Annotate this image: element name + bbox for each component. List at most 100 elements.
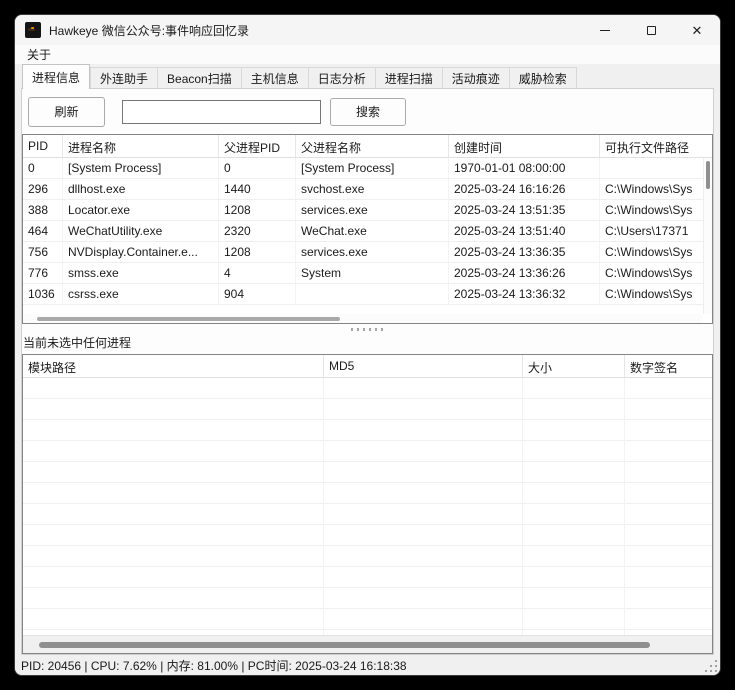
hscroll-thumb[interactable] bbox=[39, 642, 650, 648]
search-button[interactable]: 搜索 bbox=[330, 98, 406, 126]
tabstrip: 进程信息 外连助手 Beacon扫描 主机信息 日志分析 进程扫描 活动痕迹 威… bbox=[21, 64, 714, 89]
process-table-body: 0[System Process]0[System Process]1970-0… bbox=[23, 158, 712, 323]
table-cell: C:\Windows\Sys bbox=[600, 179, 712, 199]
tab-process-info[interactable]: 进程信息 bbox=[22, 64, 90, 89]
table-cell: 1036 bbox=[23, 284, 63, 304]
table-cell: WeChat.exe bbox=[296, 221, 449, 241]
table-cell: 296 bbox=[23, 179, 63, 199]
table-cell: C:\Windows\Sys bbox=[600, 242, 712, 262]
search-input[interactable] bbox=[122, 100, 321, 124]
refresh-button[interactable]: 刷新 bbox=[28, 97, 105, 127]
table-cell: 388 bbox=[23, 200, 63, 220]
table-row[interactable]: 1036csrss.exe9042025-03-24 13:36:32C:\Wi… bbox=[23, 284, 712, 305]
process-table-vscrollbar[interactable] bbox=[703, 158, 712, 314]
tab-host-info[interactable]: 主机信息 bbox=[241, 67, 308, 89]
splitter-dots-icon bbox=[351, 328, 385, 331]
tab-beacon-scan[interactable]: Beacon扫描 bbox=[157, 67, 241, 89]
table-cell: WeChatUtility.exe bbox=[63, 221, 219, 241]
module-table-hscrollbar[interactable] bbox=[23, 635, 712, 653]
table-cell bbox=[600, 158, 712, 178]
maximize-icon bbox=[647, 26, 656, 35]
table-cell: services.exe bbox=[296, 242, 449, 262]
module-table-body bbox=[23, 378, 712, 635]
module-table: 模块路径 MD5 大小 数字签名 bbox=[22, 354, 713, 654]
table-cell: C:\Users\17371 bbox=[600, 221, 712, 241]
column-header-process-name[interactable]: 进程名称 bbox=[63, 135, 219, 157]
column-header-exe-path[interactable]: 可执行文件路径 bbox=[600, 135, 712, 157]
table-cell: 2025-03-24 13:36:32 bbox=[449, 284, 600, 304]
table-cell: 776 bbox=[23, 263, 63, 283]
vscroll-thumb[interactable] bbox=[706, 161, 710, 189]
table-cell: 2025-03-24 16:16:26 bbox=[449, 179, 600, 199]
column-header-pid[interactable]: PID bbox=[23, 135, 63, 157]
minimize-icon bbox=[600, 30, 610, 31]
titlebar: Hawkeye 微信公众号:事件响应回忆录 ✕ bbox=[15, 15, 720, 45]
table-cell: 1440 bbox=[219, 179, 296, 199]
table-cell: services.exe bbox=[296, 200, 449, 220]
table-cell: 0 bbox=[23, 158, 63, 178]
column-header-parent-name[interactable]: 父进程名称 bbox=[296, 135, 449, 157]
table-cell: 1208 bbox=[219, 242, 296, 262]
table-row[interactable]: 0[System Process]0[System Process]1970-0… bbox=[23, 158, 712, 179]
table-cell: 1208 bbox=[219, 200, 296, 220]
module-table-header: 模块路径 MD5 大小 数字签名 bbox=[23, 355, 712, 378]
statusbar: PID: 20456 | CPU: 7.62% | 内存: 81.00% | P… bbox=[15, 655, 720, 675]
window-title: Hawkeye 微信公众号:事件响应回忆录 bbox=[49, 22, 249, 39]
process-table: PID 进程名称 父进程PID 父进程名称 创建时间 可执行文件路径 0[Sys… bbox=[22, 134, 713, 324]
table-cell: C:\Windows\Sys bbox=[600, 263, 712, 283]
table-cell: NVDisplay.Container.e... bbox=[63, 242, 219, 262]
process-table-header: PID 进程名称 父进程PID 父进程名称 创建时间 可执行文件路径 bbox=[23, 135, 712, 158]
process-table-hscrollbar[interactable] bbox=[23, 314, 702, 323]
resize-grip-icon[interactable] bbox=[705, 660, 718, 673]
table-cell: 0 bbox=[219, 158, 296, 178]
minimize-button[interactable] bbox=[582, 15, 628, 45]
tab-activity-traces[interactable]: 活动痕迹 bbox=[442, 67, 509, 89]
table-cell: svchost.exe bbox=[296, 179, 449, 199]
tab-outbound-helper[interactable]: 外连助手 bbox=[90, 67, 157, 89]
column-header-module-path[interactable]: 模块路径 bbox=[23, 355, 324, 377]
table-cell: C:\Windows\Sys bbox=[600, 200, 712, 220]
table-cell: System bbox=[296, 263, 449, 283]
column-header-create-time[interactable]: 创建时间 bbox=[449, 135, 600, 157]
module-column-path bbox=[23, 378, 324, 635]
table-cell: [System Process] bbox=[296, 158, 449, 178]
tab-log-analysis[interactable]: 日志分析 bbox=[308, 67, 375, 89]
table-row[interactable]: 296dllhost.exe1440svchost.exe2025-03-24 … bbox=[23, 179, 712, 200]
table-cell: 2025-03-24 13:36:35 bbox=[449, 242, 600, 262]
tab-process-scan[interactable]: 进程扫描 bbox=[375, 67, 442, 89]
splitter-handle[interactable] bbox=[22, 324, 713, 334]
table-cell: Locator.exe bbox=[63, 200, 219, 220]
table-cell: 2025-03-24 13:51:35 bbox=[449, 200, 600, 220]
menubar: 关于 bbox=[15, 45, 720, 64]
process-info-panel: 刷新 搜索 PID 进程名称 父进程PID 父进程名称 创建时间 可执行文件路径… bbox=[21, 88, 714, 655]
table-cell: 2320 bbox=[219, 221, 296, 241]
table-row[interactable]: 388Locator.exe1208services.exe2025-03-24… bbox=[23, 200, 712, 221]
table-row[interactable]: 756NVDisplay.Container.e...1208services.… bbox=[23, 242, 712, 263]
table-cell bbox=[296, 284, 449, 304]
app-icon bbox=[25, 22, 41, 38]
content-area: 进程信息 外连助手 Beacon扫描 主机信息 日志分析 进程扫描 活动痕迹 威… bbox=[15, 64, 720, 655]
selection-status-label: 当前未选中任何进程 bbox=[22, 334, 713, 354]
table-row[interactable]: 776smss.exe4System2025-03-24 13:36:26C:\… bbox=[23, 263, 712, 284]
table-cell: C:\Windows\Sys bbox=[600, 284, 712, 304]
tab-threat-search[interactable]: 威胁检索 bbox=[509, 67, 577, 89]
column-header-size[interactable]: 大小 bbox=[523, 355, 625, 377]
table-row[interactable]: 464WeChatUtility.exe2320WeChat.exe2025-0… bbox=[23, 221, 712, 242]
app-window: Hawkeye 微信公众号:事件响应回忆录 ✕ 关于 进程信息 外连助手 Bea… bbox=[14, 14, 721, 676]
maximize-button[interactable] bbox=[628, 15, 674, 45]
table-cell: 4 bbox=[219, 263, 296, 283]
module-column-size bbox=[523, 378, 625, 635]
table-cell: [System Process] bbox=[63, 158, 219, 178]
column-header-parent-pid[interactable]: 父进程PID bbox=[219, 135, 296, 157]
column-header-signature[interactable]: 数字签名 bbox=[625, 355, 712, 377]
close-button[interactable]: ✕ bbox=[674, 15, 720, 45]
toolbar: 刷新 搜索 bbox=[22, 89, 713, 134]
table-cell: 1970-01-01 08:00:00 bbox=[449, 158, 600, 178]
table-cell: smss.exe bbox=[63, 263, 219, 283]
hscroll-thumb[interactable] bbox=[37, 317, 340, 321]
table-cell: 2025-03-24 13:51:40 bbox=[449, 221, 600, 241]
column-header-md5[interactable]: MD5 bbox=[324, 355, 523, 377]
menu-item-about[interactable]: 关于 bbox=[22, 45, 56, 64]
close-icon: ✕ bbox=[692, 24, 703, 37]
table-cell: 2025-03-24 13:36:26 bbox=[449, 263, 600, 283]
